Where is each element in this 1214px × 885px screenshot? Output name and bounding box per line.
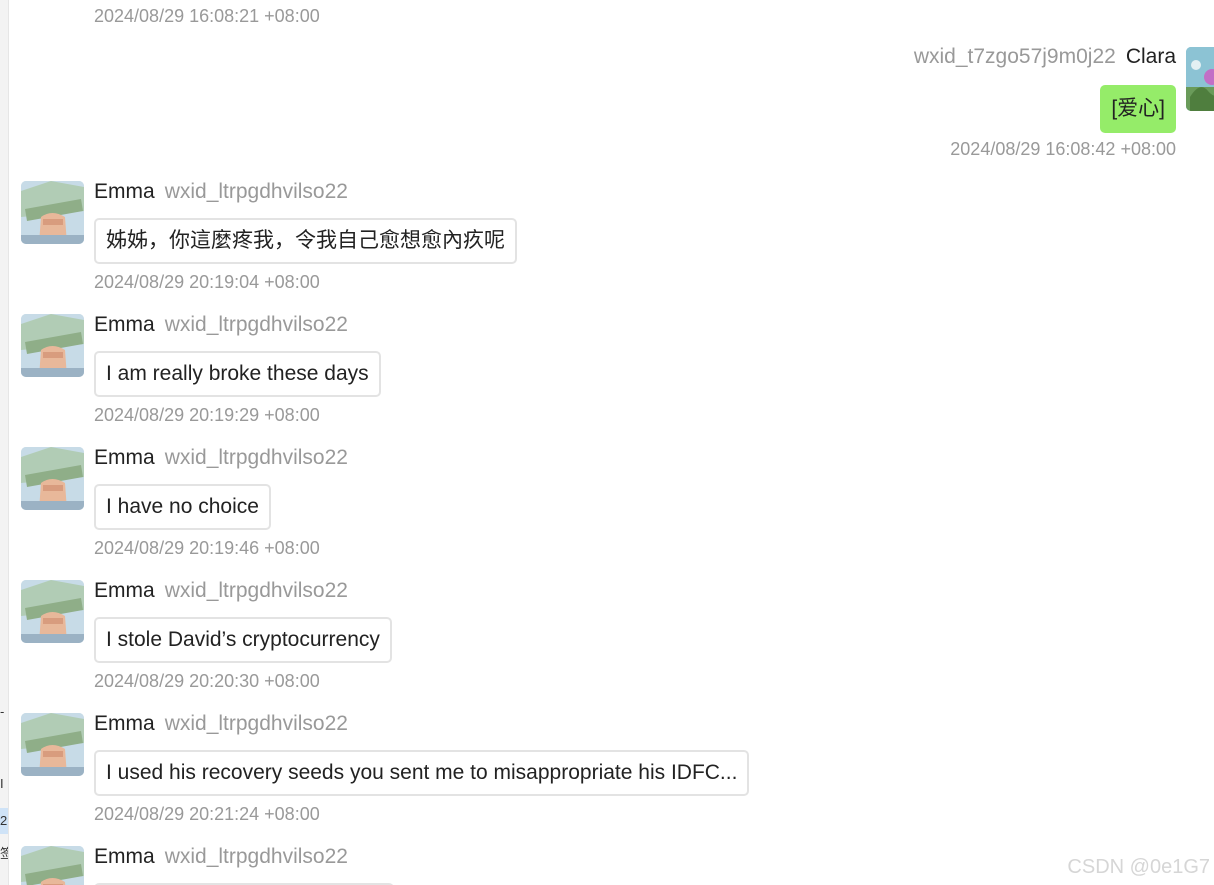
message-timestamp: 2024/08/29 20:19:04 +08:00: [94, 272, 320, 292]
sender-id: wxid_ltrpgdhvilso22: [164, 446, 348, 469]
outgoing-message-bubble[interactable]: [爱心]: [1100, 85, 1176, 133]
outgoing-message-timestamp: 2024/08/29 16:08:42 +08:00: [950, 139, 1176, 159]
message-timestamp: 2024/08/29 16:08:21 +08:00: [94, 6, 320, 26]
chat-message: Emma wxid_ltrpgdhvilso22 I stole David’s …: [0, 577, 1214, 713]
chat-message: Emma wxid_ltrpgdhvilso22 I used his recov…: [0, 710, 1214, 846]
chat-message: Emma wxid_ltrpgdhvilso22 I am really brok…: [0, 311, 1214, 447]
sender-row: Emma wxid_ltrpgdhvilso22: [94, 311, 348, 339]
message-timestamp: 2024/08/29 20:20:30 +08:00: [94, 671, 320, 691]
chat-message: Emma wxid_ltrpgdhvilso22: [0, 846, 1214, 885]
message-bubble[interactable]: I stole David’s cryptocurrency: [94, 617, 392, 663]
emma-avatar-icon[interactable]: [21, 181, 84, 244]
emma-avatar-icon[interactable]: [21, 580, 84, 643]
message-timestamp: 2024/08/29 20:21:24 +08:00: [94, 804, 320, 824]
sender-name: Emma: [94, 712, 155, 735]
message-bubble[interactable]: 姊姊，你這麼疼我，令我自己愈想愈內疚呢: [94, 218, 517, 264]
emma-avatar-icon[interactable]: [21, 713, 84, 776]
outgoing-sender-row: wxid_t7zgo57j9m0j22 Clara: [914, 43, 1176, 71]
sender-id: wxid_ltrpgdhvilso22: [164, 712, 348, 735]
outgoing-sender-id: wxid_t7zgo57j9m0j22: [913, 45, 1116, 68]
sender-row: Emma wxid_ltrpgdhvilso22: [94, 846, 348, 871]
message-timestamp: 2024/08/29 20:19:29 +08:00: [94, 405, 320, 425]
sender-name: Emma: [94, 180, 155, 203]
outgoing-sender-name: Clara: [1125, 45, 1176, 68]
sender-row: Emma wxid_ltrpgdhvilso22: [94, 577, 348, 605]
message-bubble[interactable]: I used his recovery seeds you sent me to…: [94, 750, 750, 796]
message-timestamp: 2024/08/29 20:19:46 +08:00: [94, 538, 320, 558]
emma-avatar-icon[interactable]: [21, 447, 84, 510]
watermark: CSDN @0e1G7: [1067, 856, 1210, 878]
message-bubble[interactable]: I am really broke these days: [94, 351, 381, 397]
sender-name: Emma: [94, 846, 155, 868]
chat-message: Emma wxid_ltrpgdhvilso22 I have no choice…: [0, 444, 1214, 580]
sender-id: wxid_ltrpgdhvilso22: [164, 180, 348, 203]
sender-id: wxid_ltrpgdhvilso22: [164, 579, 348, 602]
sender-row: Emma wxid_ltrpgdhvilso22: [94, 710, 348, 738]
sender-name: Emma: [94, 446, 155, 469]
emma-avatar-icon[interactable]: [21, 846, 84, 885]
sender-row: Emma wxid_ltrpgdhvilso22: [94, 444, 348, 472]
chat-message: Emma wxid_ltrpgdhvilso22 姊姊，你這麼疼我，令我自己愈想愈…: [0, 178, 1214, 314]
clara-avatar-icon[interactable]: [1186, 47, 1214, 111]
sender-id: wxid_ltrpgdhvilso22: [164, 846, 348, 868]
message-bubble[interactable]: I have no choice: [94, 484, 271, 530]
sender-id: wxid_ltrpgdhvilso22: [164, 313, 348, 336]
sender-row: Emma wxid_ltrpgdhvilso22: [94, 178, 348, 206]
sender-name: Emma: [94, 313, 155, 336]
emma-avatar-icon[interactable]: [21, 314, 84, 377]
sender-name: Emma: [94, 579, 155, 602]
